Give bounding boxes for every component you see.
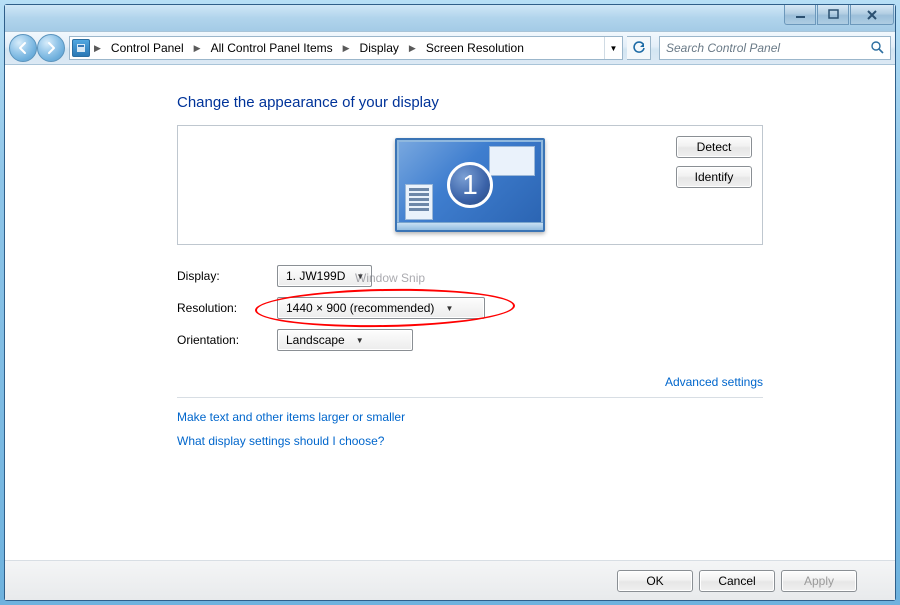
- monitor-number-badge: 1: [447, 162, 493, 208]
- ok-button[interactable]: OK: [617, 570, 693, 592]
- close-button[interactable]: [850, 5, 894, 25]
- nav-arrows: [9, 34, 65, 62]
- breadcrumb-item[interactable]: Control Panel: [105, 37, 190, 59]
- content-area: Change the appearance of your display 1 …: [5, 65, 895, 600]
- cancel-button[interactable]: Cancel: [699, 570, 775, 592]
- display-preview: 1 Detect Identify: [177, 125, 763, 245]
- help-link[interactable]: What display settings should I choose?: [177, 434, 763, 448]
- window-frame: ▶ Control Panel ▶ All Control Panel Item…: [4, 4, 896, 601]
- display-label: Display:: [177, 269, 277, 283]
- minimize-button[interactable]: [784, 5, 816, 25]
- apply-button[interactable]: Apply: [781, 570, 857, 592]
- refresh-button[interactable]: [627, 36, 651, 60]
- chevron-down-icon: ▼: [353, 336, 367, 345]
- chevron-down-icon: ▼: [442, 304, 456, 313]
- chevron-right-icon: ▶: [192, 43, 203, 54]
- chevron-right-icon: ▶: [92, 43, 103, 54]
- resolution-label: Resolution:: [177, 301, 277, 315]
- window-controls: [784, 5, 894, 25]
- address-dropdown[interactable]: ▼: [604, 37, 622, 59]
- resolution-dropdown[interactable]: 1440 × 900 (recommended) ▼: [277, 297, 485, 319]
- search-icon: [870, 40, 884, 57]
- dialog-footer: OK Cancel Apply: [5, 560, 895, 600]
- search-input[interactable]: Search Control Panel: [659, 36, 891, 60]
- text-size-link[interactable]: Make text and other items larger or smal…: [177, 410, 763, 424]
- breadcrumb-item[interactable]: Display: [354, 37, 405, 59]
- orientation-label: Orientation:: [177, 333, 277, 347]
- search-placeholder: Search Control Panel: [666, 41, 780, 55]
- breadcrumb-item[interactable]: All Control Panel Items: [205, 37, 339, 59]
- breadcrumb-item[interactable]: Screen Resolution: [420, 37, 530, 59]
- maximize-button[interactable]: [817, 5, 849, 25]
- orientation-dropdown[interactable]: Landscape ▼: [277, 329, 413, 351]
- chevron-right-icon: ▶: [341, 43, 352, 54]
- titlebar: [5, 5, 895, 31]
- page-heading: Change the appearance of your display: [177, 94, 763, 111]
- address-bar[interactable]: ▶ Control Panel ▶ All Control Panel Item…: [69, 36, 623, 60]
- forward-button[interactable]: [37, 34, 65, 62]
- advanced-settings-link[interactable]: Advanced settings: [665, 375, 763, 389]
- display-dropdown[interactable]: 1. JW199D ▼: [277, 265, 372, 287]
- identify-button[interactable]: Identify: [676, 166, 752, 188]
- back-button[interactable]: [9, 34, 37, 62]
- detect-button[interactable]: Detect: [676, 136, 752, 158]
- chevron-right-icon: ▶: [407, 43, 418, 54]
- monitor-thumbnail[interactable]: 1: [395, 138, 545, 232]
- control-panel-icon: [72, 39, 90, 57]
- navigation-bar: ▶ Control Panel ▶ All Control Panel Item…: [5, 31, 895, 65]
- chevron-down-icon: ▼: [353, 272, 367, 281]
